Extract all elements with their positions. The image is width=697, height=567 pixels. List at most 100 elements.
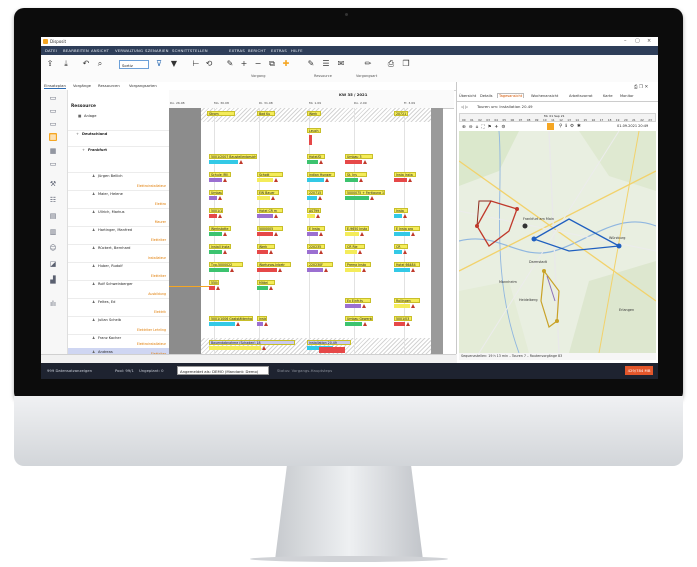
gantt-bar[interactable]: CR (394, 244, 408, 249)
page-icon-2[interactable]: ▭ (49, 107, 57, 115)
tab-wochenansicht[interactable]: Wochenansicht (531, 94, 558, 98)
form-icon[interactable]: ▤ (49, 212, 57, 220)
edit-icon[interactable]: ✎ (225, 59, 235, 69)
menu-hilfe[interactable]: HILFE (291, 48, 303, 53)
nav-arrows-icon[interactable]: ◁ ▷ (461, 104, 468, 109)
gantt-bar[interactable]: 5001/12 (209, 208, 223, 213)
tab-details[interactable]: Details (480, 94, 492, 98)
menu-ansicht[interactable]: ANSICHT (91, 48, 109, 53)
gantt-bar[interactable]: 5001/2007 Baustellenbesichtung (209, 154, 257, 159)
route-map[interactable]: Frankfurt am Main Darmstadt Würzburg Erl… (459, 131, 656, 353)
tree-row[interactable]: ♟ Feltes, Ed Elektrik (68, 298, 169, 317)
tab-ressourcen[interactable]: Ressourcen (98, 83, 120, 88)
panel-window-icons[interactable]: ⎙ ❐ ✕ (634, 84, 648, 90)
calendar-icon[interactable]: ▦ (49, 133, 57, 141)
menu-extras-2[interactable]: EXTRAS (271, 48, 287, 53)
chart-icon[interactable]: ▟ (49, 276, 57, 284)
tree-row[interactable]: ♟ Hartinger, Manfred Elektriker (68, 226, 169, 245)
menu-schnittstellen[interactable]: SCHNITTSTELLEN (172, 48, 208, 53)
menu-extras[interactable]: EXTRAS (229, 48, 245, 53)
remove-icon[interactable]: − (253, 59, 263, 69)
tab-monitor[interactable]: Monitor (620, 94, 634, 98)
tree-row[interactable]: ♟ Rückert, Bernhard Installateur (68, 244, 169, 263)
gantt-bar[interactable]: E Insta pro (394, 226, 420, 231)
gantt-bar[interactable]: 20721 (394, 111, 408, 116)
gantt-bar[interactable]: CR Rie (345, 244, 365, 249)
gantt-bar[interactable]: Prema Insta (345, 262, 371, 267)
minimize-icon[interactable]: – (624, 38, 627, 44)
gantt-bar[interactable]: Installation (257, 316, 267, 321)
gantt-bar[interactable]: EW Bauer (257, 190, 279, 195)
undo-icon[interactable]: ↶ (81, 59, 91, 69)
gantt-bar[interactable]: 220715 (307, 190, 323, 195)
gantt-bar[interactable]: 5000075 + Fertigung 12 A (345, 190, 385, 195)
gantt-bar[interactable]: Ex Einfr.ts (345, 298, 371, 303)
gantt-bar[interactable]: 5000005 (257, 226, 283, 231)
pencil-icon[interactable]: ✏ (363, 59, 373, 69)
maximize-icon[interactable]: ▢ (635, 38, 640, 44)
tree-row[interactable]: ♟ Rolf Schweinberger Ausbildung (68, 280, 169, 299)
filter-icon[interactable]: ▼ (169, 59, 179, 69)
tab-uebersicht[interactable]: Übersicht (459, 94, 476, 98)
tab-arbeitsvorrat[interactable]: Arbeitsvorrat (569, 94, 593, 98)
tree-row[interactable]: ■ Anlage (68, 112, 169, 131)
history-icon[interactable]: ⟲ (204, 59, 214, 69)
add-special-icon[interactable]: ✚ (281, 59, 291, 69)
gantt-bar[interactable]: Hotel 66484 (394, 262, 420, 267)
gantt-bar[interactable]: AST99 (307, 208, 321, 213)
gantt-bar[interactable]: Werkstatte (209, 226, 231, 231)
gantt-bar[interactable]: Insta Insta (394, 172, 416, 177)
gantt-bar[interactable]: Install Insta (209, 244, 231, 249)
report-icon[interactable]: ◪ (49, 260, 57, 268)
menu-bericht[interactable]: BERICHT (248, 48, 266, 53)
filter-clear-icon[interactable]: ⊽ (154, 59, 164, 69)
gantt-bar[interactable]: Hotel CR m (257, 208, 283, 213)
gantt-bar[interactable]: 5001/03 (394, 316, 412, 321)
page-icon[interactable]: ▭ (49, 94, 57, 102)
gantt-bar[interactable]: Bauendabnahme (Schaden) 18 (209, 340, 295, 345)
gantt-bar[interactable]: Indian Hunger (307, 172, 335, 177)
tab-vorgaenge[interactable]: Vorgänge (73, 83, 91, 88)
grid-icon[interactable]: ▦ (49, 147, 57, 155)
tree-row[interactable]: + Deutschland (68, 130, 169, 147)
gantt-bar[interactable]: Hotel/D (307, 154, 325, 159)
add-icon[interactable]: + (239, 59, 249, 69)
upload-icon[interactable]: ⇪ (45, 59, 55, 69)
gantt-bar[interactable]: Umbau (209, 190, 223, 195)
time-ruler[interactable]: Mi. 01 Sep 21 00 01 02 03 04 05 06 07 08 09 10 11 12… (459, 113, 656, 122)
gantt-bar[interactable]: 5001/1006 Gaststättenhandh (209, 316, 253, 321)
map-tool-icons[interactable]: ⊕⊖⌂⛶⚑✈⚙ (462, 124, 508, 130)
tree-row[interactable]: ♟ Ullrich, Markus Maurer (68, 208, 169, 227)
page-icon-3[interactable]: ▭ (49, 120, 57, 128)
tab-einsatzplan[interactable]: Einsatzplan (44, 83, 66, 89)
gantt-bar[interactable]: Strom (207, 111, 235, 116)
tree-row[interactable]: ♟ Julian Scheib Elektriker Lehrling (68, 316, 169, 335)
page-icon-4[interactable]: ▭ (49, 160, 57, 168)
mail-icon[interactable]: ✉ (336, 59, 346, 69)
gantt-bar[interactable]: Umbau Gewerbe (345, 316, 373, 321)
gantt-bar[interactable]: 220230F (307, 262, 333, 267)
gantt-bar[interactable]: Wartungs-Inbetr (257, 262, 291, 267)
tab-vorgangsarten[interactable]: Vorgangsarten (129, 83, 157, 88)
gantt-bar[interactable]: Installation 20.49 (307, 340, 351, 345)
download-icon[interactable]: ⤓ (61, 59, 71, 69)
tree-row[interactable]: + Frankfurt (68, 146, 169, 173)
menu-verwaltung[interactable]: VERWALTUNG (115, 48, 143, 53)
gantt-bar[interactable]: Mittel (257, 280, 275, 285)
menu-bearbeiten[interactable]: BEARBEITEN (63, 48, 89, 53)
list-icon[interactable]: ☰ (321, 59, 331, 69)
fit-width-icon[interactable]: ⊢ (191, 59, 201, 69)
menu-szenarien[interactable]: SZENARIEN (145, 48, 169, 53)
sort-combo[interactable]: Sortiz (119, 60, 149, 69)
map-highlight-icon[interactable] (547, 123, 554, 130)
gantt-bar[interactable]: Schule (RI) (209, 172, 231, 177)
gantt-bar[interactable]: 550484 (209, 280, 219, 285)
bar-chart-icon[interactable]: ılı (49, 300, 57, 308)
print-icon[interactable]: ⎙ (386, 59, 396, 69)
map-info-icons[interactable]: ⚲ℹ⚙✱ (559, 124, 584, 129)
gantt-bar[interactable]: Umbau 3 (345, 154, 373, 159)
gantt-bar[interactable]: E Insta (307, 226, 325, 231)
map-canvas[interactable]: Frankfurt am Main Darmstadt Würzburg Erl… (459, 131, 656, 353)
tools-icon[interactable]: ⚒ (49, 180, 57, 188)
gantt-bar[interactable]: 220235 (307, 244, 325, 249)
